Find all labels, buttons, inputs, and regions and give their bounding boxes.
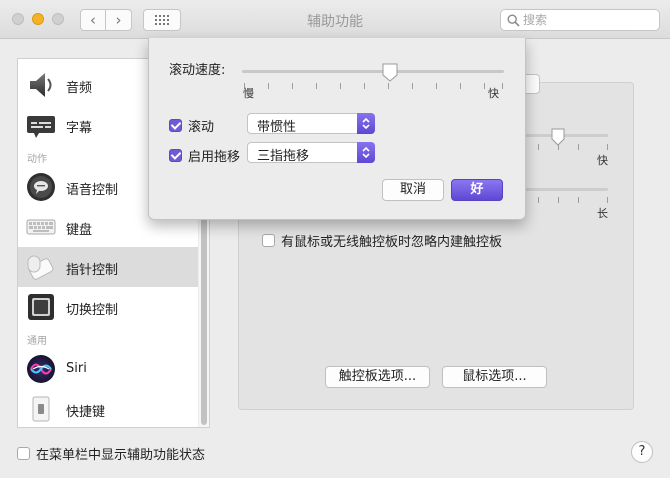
mouse-options-button[interactable]: 鼠标选项... [442, 366, 547, 388]
sidebar-category-general: 通用 [27, 336, 47, 347]
accessibility-window: ‹ › 辅助功能 搜索 音频 字幕 动作 语音控制 键盘 指针控制 切换控制 通… [0, 0, 670, 478]
scroll-speed-max-label: 快 [488, 87, 499, 100]
sidebar-item-label: 音频 [66, 81, 93, 96]
background-slider-2-max-label: 长 [597, 207, 608, 220]
help-button[interactable]: ? [631, 441, 653, 463]
title-bar: ‹ › 辅助功能 [0, 0, 670, 39]
sidebar-item-label: 切换控制 [66, 303, 119, 318]
enable-dragging-checkbox[interactable]: 启用拖移 [169, 146, 240, 165]
scroll-speed-min-label: 慢 [243, 87, 254, 100]
checkbox-label: 滚动 [188, 120, 215, 135]
background-slider-2-ticks [520, 197, 608, 203]
sidebar-item-shortcut[interactable]: 快捷键 [18, 389, 198, 427]
scroll-speed-label: 滚动速度: [169, 63, 226, 78]
scroll-speed-slider-knob[interactable] [382, 63, 398, 82]
sidebar-item-label: 语音控制 [66, 183, 119, 198]
pointer-control-icon [27, 255, 54, 280]
background-slider-2-track[interactable] [520, 188, 608, 191]
search-field[interactable] [500, 9, 660, 31]
sidebar-item-siri[interactable]: Siri [18, 349, 198, 389]
checkbox-box[interactable] [17, 447, 30, 460]
background-slider-1-max-label: 快 [597, 154, 608, 167]
chevron-updown-icon [362, 117, 370, 130]
scrolling-mode-select[interactable]: 带惯性 [247, 113, 375, 135]
trackpad-options-button[interactable]: 触控板选项... [325, 366, 430, 388]
select-value: 带惯性 [257, 120, 297, 135]
sidebar-item-label: 指针控制 [66, 263, 119, 278]
scroll-speed-slider-track[interactable] [242, 70, 504, 73]
captions-icon [27, 116, 55, 138]
keyboard-icon [26, 219, 56, 235]
checkbox-label: 启用拖移 [188, 150, 241, 165]
checkbox-label: 有鼠标或无线触控板时忽略内建触控板 [281, 235, 503, 250]
chevron-updown-icon [362, 146, 370, 159]
voice-control-icon [27, 173, 55, 201]
sidebar-category-motor: 动作 [27, 154, 47, 165]
sidebar-item-pointer-control[interactable]: 指针控制 [18, 247, 198, 287]
select-value: 三指拖移 [257, 149, 310, 164]
show-status-in-menubar-checkbox[interactable]: 在菜单栏中显示辅助功能状态 [17, 444, 205, 463]
select-arrow [357, 142, 375, 163]
sidebar-item-switch-control[interactable]: 切换控制 [18, 287, 198, 327]
sidebar-item-label: 键盘 [66, 223, 93, 238]
cancel-button[interactable]: 取消 [382, 179, 444, 201]
siri-icon [27, 355, 55, 383]
background-slider-1-knob[interactable] [551, 128, 565, 146]
speaker-icon [30, 73, 52, 97]
search-icon [507, 14, 520, 27]
shortcut-icon [32, 396, 50, 422]
search-input[interactable] [523, 11, 653, 29]
select-arrow [357, 113, 375, 134]
scrolling-checkbox[interactable]: 滚动 [169, 116, 214, 135]
ok-button[interactable]: 好 [451, 179, 503, 201]
checkbox-label: 在菜单栏中显示辅助功能状态 [36, 448, 206, 463]
switch-control-icon [28, 294, 54, 320]
trackpad-options-sheet: 滚动速度: 慢 快 滚动 带惯性 启用拖移 三指拖移 取消 好 [148, 38, 526, 220]
scroll-speed-slider-ticks [242, 83, 504, 89]
question-mark-icon: ? [638, 444, 646, 459]
sidebar-item-label: 字幕 [66, 121, 93, 136]
sidebar-item-label: Siri [66, 361, 87, 376]
checkbox-box[interactable] [169, 119, 182, 132]
checkbox-box[interactable] [262, 234, 275, 247]
dragging-mode-select[interactable]: 三指拖移 [247, 142, 375, 164]
sidebar-item-label: 快捷键 [66, 405, 106, 420]
ignore-builtin-trackpad-checkbox[interactable]: 有鼠标或无线触控板时忽略内建触控板 [262, 231, 502, 250]
checkbox-box[interactable] [169, 149, 182, 162]
